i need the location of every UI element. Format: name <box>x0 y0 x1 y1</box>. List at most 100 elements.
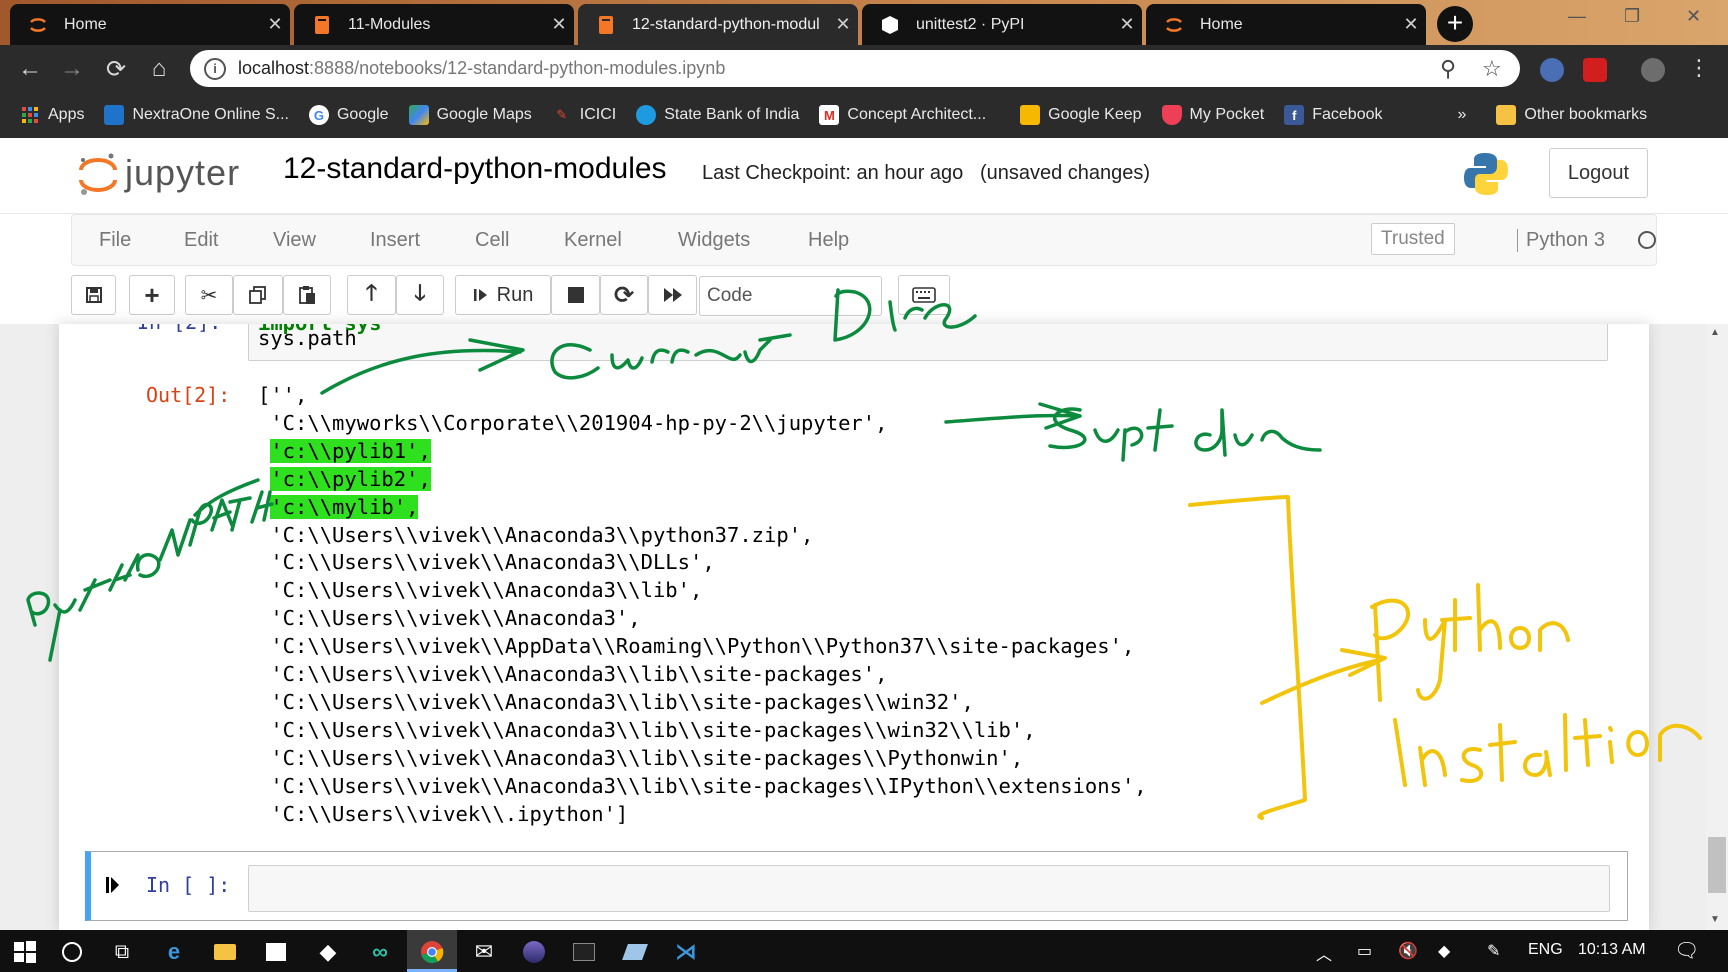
move-down-button[interactable]: 🡓 <box>396 275 444 315</box>
pen-tray-icon[interactable]: ✎ <box>1487 941 1500 961</box>
scroll-up-icon[interactable]: ▲ <box>1710 327 1720 338</box>
search-icon[interactable] <box>58 938 86 966</box>
bookmark-star-icon[interactable]: ☆ <box>1482 56 1502 82</box>
notebook-title[interactable]: 12-standard-python-modules <box>283 152 667 186</box>
save-button[interactable] <box>71 275 116 315</box>
tab-home-2[interactable]: Home ✕ <box>1146 4 1426 45</box>
fast-forward-icon <box>663 288 682 302</box>
minimize-icon[interactable]: — <box>1568 6 1586 27</box>
site-info-icon[interactable]: i <box>204 57 226 80</box>
jupyter-header: jupyter 12-standard-python-modules Last … <box>0 138 1728 214</box>
dropbox-tray-icon[interactable]: ◆ <box>1438 941 1450 961</box>
run-button[interactable]: Run <box>455 275 551 315</box>
menu-widgets[interactable]: Widgets <box>678 229 750 252</box>
bookmark-apps[interactable]: Apps <box>20 105 84 125</box>
menu-kernel[interactable]: Kernel <box>564 229 622 252</box>
output-line: 'C:\\Users\\vivek\\Anaconda3\\lib\\site-… <box>258 662 888 686</box>
store-icon[interactable] <box>262 938 290 966</box>
dropbox-icon[interactable]: ◆ <box>314 938 342 966</box>
bookmark-google-keep[interactable]: Google Keep <box>1020 105 1142 125</box>
zoom-icon[interactable]: ⚲ <box>1440 56 1456 82</box>
bookmark-facebook[interactable]: f Facebook <box>1284 105 1383 125</box>
bookmark-my-pocket[interactable]: My Pocket <box>1161 105 1264 125</box>
cut-button[interactable]: ✂ <box>185 275 233 315</box>
profile-avatar[interactable] <box>1641 58 1665 82</box>
menu-edit[interactable]: Edit <box>184 229 218 252</box>
close-icon[interactable]: ✕ <box>260 14 290 35</box>
bookmark-icici[interactable]: ✎ ICICI <box>552 105 616 125</box>
home-icon[interactable]: ⌂ <box>144 55 174 83</box>
bookmark-sbi[interactable]: State Bank of India <box>636 105 799 125</box>
app-icon[interactable] <box>520 938 548 966</box>
logout-button[interactable]: Logout <box>1549 148 1648 198</box>
code-cell-input[interactable]: import sys sys.path <box>248 324 1608 361</box>
battery-icon[interactable]: ▭ <box>1357 941 1372 961</box>
reload-icon[interactable]: ⟳ <box>101 55 131 84</box>
tab-12-standard-python-modules[interactable]: 12-standard-python-modul ✕ <box>578 4 858 45</box>
restart-run-all-button[interactable] <box>648 275 697 315</box>
paste-button[interactable] <box>283 275 331 315</box>
clock[interactable]: 10:13 AM <box>1578 941 1646 959</box>
interrupt-button[interactable] <box>551 275 600 315</box>
output-line: 'c:\\pylib1', <box>258 438 431 463</box>
empty-cell-input[interactable] <box>248 865 1610 912</box>
new-tab-button[interactable]: + <box>1437 6 1473 42</box>
extension-icon[interactable] <box>1540 58 1564 82</box>
close-icon[interactable]: ✕ <box>1396 14 1426 35</box>
windows-start-icon[interactable] <box>11 938 39 966</box>
google-icon: G <box>308 105 329 125</box>
close-icon[interactable]: ✕ <box>1112 14 1142 35</box>
move-up-button[interactable]: 🡑 <box>347 275 396 315</box>
tab-home[interactable]: Home ✕ <box>10 4 290 45</box>
kernel-name[interactable]: Python 3 <box>1517 229 1605 252</box>
tab-11-modules[interactable]: 11-Modules ✕ <box>294 4 574 45</box>
bookmarks-overflow-button[interactable]: » <box>1458 106 1467 124</box>
vscode-icon[interactable]: ⋊ <box>672 938 700 966</box>
volume-muted-icon[interactable]: 🔇 <box>1398 941 1418 961</box>
run-cell-icon[interactable] <box>106 876 120 899</box>
file-explorer-icon[interactable] <box>211 938 239 966</box>
save-icon <box>85 287 102 303</box>
menu-insert[interactable]: Insert <box>370 229 420 252</box>
arduino-icon[interactable]: ∞ <box>366 938 394 966</box>
language-indicator[interactable]: ENG <box>1528 941 1563 959</box>
menu-help[interactable]: Help <box>808 229 849 252</box>
bookmark-google-maps[interactable]: Google Maps <box>408 105 532 125</box>
tray-chevron-icon[interactable]: ︿ <box>1316 941 1332 965</box>
insert-cell-button[interactable]: + <box>129 275 175 315</box>
chrome-icon[interactable] <box>418 938 446 966</box>
output-line: 'C:\\Users\\vivek\\Anaconda3\\DLLs', <box>258 550 715 575</box>
bookmark-google[interactable]: G Google <box>308 105 389 125</box>
jupyter-logo-icon[interactable] <box>78 150 118 203</box>
close-icon[interactable]: ✕ <box>544 14 574 35</box>
copy-button[interactable] <box>233 275 283 315</box>
close-icon[interactable]: ✕ <box>828 14 858 35</box>
menu-view[interactable]: View <box>273 229 316 252</box>
scroll-down-icon[interactable]: ▼ <box>1710 914 1720 925</box>
other-bookmarks[interactable]: Other bookmarks <box>1496 105 1647 125</box>
address-bar[interactable]: i localhost:8888/notebooks/12-standard-p… <box>190 50 1520 87</box>
pen-app-icon[interactable] <box>621 938 649 966</box>
menu-icon[interactable]: ⋮ <box>1684 55 1714 81</box>
task-view-icon[interactable]: ⧉ <box>108 938 136 966</box>
bookmark-nextraone[interactable]: NextraOne Online S... <box>104 105 289 125</box>
cell-type-select[interactable]: Code <box>699 276 882 316</box>
trusted-badge[interactable]: Trusted <box>1371 223 1455 255</box>
maximize-icon[interactable]: ❐ <box>1624 6 1640 27</box>
menu-file[interactable]: File <box>99 229 131 252</box>
notifications-icon[interactable]: 🗨 <box>1674 938 1699 963</box>
restart-button[interactable]: ⟳ <box>600 275 648 315</box>
scrollbar-thumb[interactable] <box>1708 837 1726 893</box>
terminal-icon[interactable] <box>570 938 598 966</box>
extension-icon[interactable] <box>1583 58 1607 82</box>
forward-icon[interactable]: → <box>57 55 87 83</box>
command-palette-button[interactable] <box>898 275 950 315</box>
menu-cell[interactable]: Cell <box>475 229 509 252</box>
mail-icon[interactable]: ✉ <box>470 938 498 966</box>
stop-icon <box>567 287 584 303</box>
bookmark-concept-architect[interactable]: M Concept Architect... <box>819 105 986 125</box>
tab-unittest2-pypi[interactable]: unittest2 · PyPI ✕ <box>862 4 1142 45</box>
back-icon[interactable]: ← <box>15 55 45 83</box>
edge-icon[interactable]: e <box>160 938 188 966</box>
close-window-icon[interactable]: ✕ <box>1686 6 1701 27</box>
